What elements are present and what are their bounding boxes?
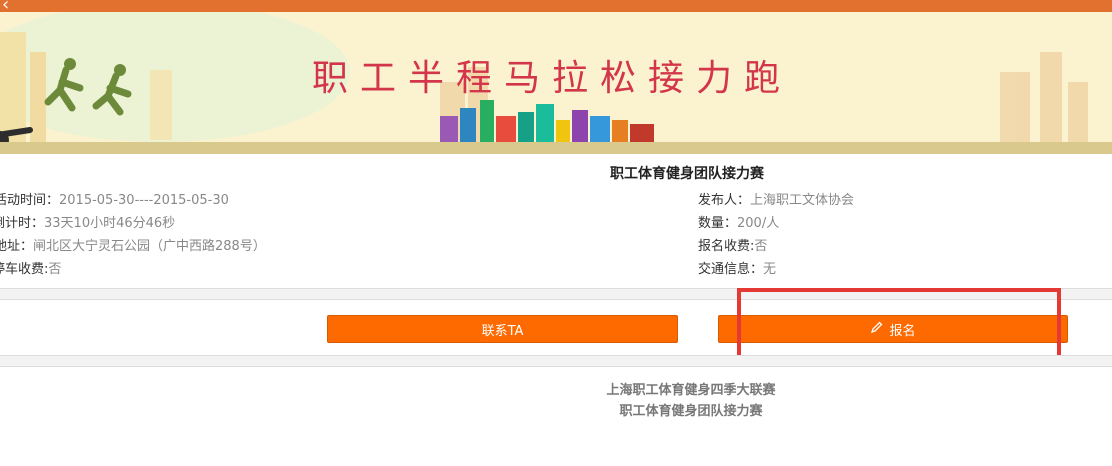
parking-fee: 停车收费:否 (0, 262, 62, 277)
section-divider-2 (0, 355, 1112, 367)
address: 地址：闸北区大宁灵石公园（广中西路288号） (0, 239, 266, 254)
highlight-box (737, 288, 1061, 364)
activity-time: 活动时间：2015-05-30----2015-05-30 (0, 193, 229, 208)
publisher: 发布人：上海职工文体协会 (698, 193, 855, 208)
contact-button[interactable]: 联系TA (327, 315, 678, 343)
top-bar: ‹ (0, 0, 1112, 14)
description-line-1: 上海职工体育健身四季大联赛 (606, 383, 776, 398)
event-banner: 职工半程马拉松接力跑 (0, 12, 1112, 154)
registration-fee: 报名收费:否 (698, 239, 768, 254)
event-title: 职工体育健身团队接力赛 (610, 166, 764, 182)
traffic-info: 交通信息：无 (698, 262, 777, 277)
body-text-cutoff (0, 456, 1112, 466)
countdown: 倒计时：33天10小时46分46秒 (0, 216, 176, 231)
contact-label: 联系TA (481, 323, 524, 339)
quantity: 数量：200/人 (698, 216, 780, 231)
description-line-2: 职工体育健身团队接力赛 (619, 404, 763, 419)
banner-title: 职工半程马拉松接力跑 (312, 58, 793, 99)
